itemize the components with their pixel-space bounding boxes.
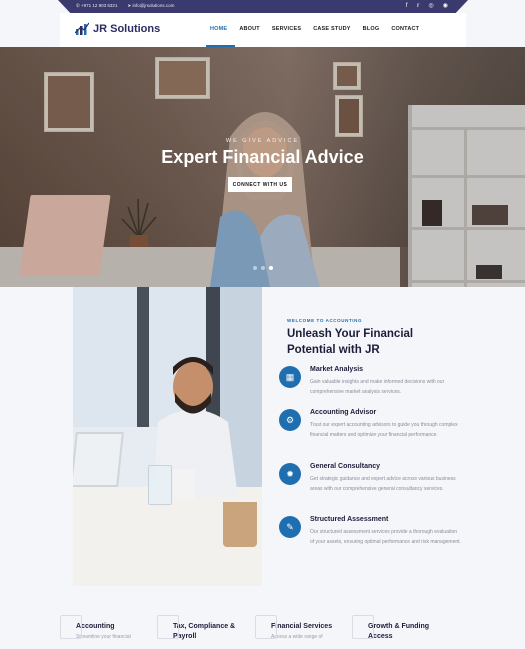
twitter-icon[interactable]: 𝕣 [417, 2, 420, 10]
nav-blog[interactable]: BLOG [363, 26, 380, 32]
social-links: f 𝕣 ◎ ◉ [406, 2, 448, 10]
slider-dot[interactable] [261, 266, 265, 270]
service-financial[interactable]: Financial Services Access a wide range o… [255, 615, 351, 641]
service-title: Financial Services [271, 623, 333, 630]
phone-number: +971 12 903 5321 [81, 3, 118, 8]
feature-desc: Gain valuable insights and make informed… [310, 379, 445, 395]
hero-section: WE GIVE ADVICE Expert Financial Advice C… [0, 47, 525, 287]
service-desc: Access a wide range of [271, 634, 323, 640]
feature-desc: Get strategic guidance and expert advice… [310, 476, 456, 492]
slider-dot-active[interactable] [269, 266, 273, 270]
nav-contact[interactable]: CONTACT [391, 26, 419, 32]
feature-structured-assessment: ✎ Structured Assessment Our structured a… [279, 516, 469, 566]
instagram-icon[interactable]: ◎ [429, 2, 434, 10]
main-nav: HOME ABOUT SERVICES CASE STUDY BLOG CONT… [210, 26, 419, 32]
about-kicker: WELCOME TO ACCOUNTING [287, 318, 363, 323]
calculator-icon [60, 615, 82, 639]
service-tax[interactable]: Tax, Compliance & Payroll [157, 615, 253, 643]
facebook-icon[interactable]: f [406, 2, 408, 10]
service-desc: Streamline your financial [76, 634, 131, 640]
assessment-icon: ✎ [279, 516, 301, 538]
connect-button[interactable]: CONNECT WITH US [228, 177, 292, 192]
top-bar: ✆ +971 12 903 5321 ➤ info@jrsolutions.co… [58, 0, 468, 13]
site-header: JR Solutions HOME ABOUT SERVICES CASE ST… [60, 13, 466, 47]
nav-home[interactable]: HOME [210, 26, 227, 32]
about-image [73, 287, 262, 586]
feature-title: General Consultancy [310, 463, 381, 470]
slider-dots [253, 266, 273, 270]
top-contact: ✆ +971 12 903 5321 ➤ info@jrsolutions.co… [76, 3, 174, 9]
feature-desc: Our structured assessment services provi… [310, 529, 461, 545]
email-address: info@jrsolutions.com [132, 3, 175, 8]
nav-about[interactable]: ABOUT [239, 26, 260, 32]
service-growth[interactable]: Growth & Funding Access [352, 615, 448, 643]
finance-icon [255, 615, 277, 639]
logo-text: JR Solutions [93, 23, 161, 35]
feature-accounting-advisor: ⚙ Accounting Advisor Trust our expert ac… [279, 409, 469, 459]
service-accounting[interactable]: Accounting Streamline your financial [60, 615, 156, 641]
feature-title: Market Analysis [310, 366, 364, 373]
about-title-line1: Unleash Your Financial [287, 328, 414, 340]
logo-chart-icon [75, 22, 89, 35]
nav-case-study[interactable]: CASE STUDY [313, 26, 350, 32]
consultancy-icon: ✹ [279, 463, 301, 485]
about-heading: WELCOME TO ACCOUNTING Unleash Your Finan… [287, 318, 467, 358]
dribbble-icon[interactable]: ◉ [443, 2, 448, 10]
feature-title: Structured Assessment [310, 516, 389, 523]
feature-desc: Trust our expert accounting advisors to … [310, 422, 458, 438]
about-title-line2: Potential with JR [287, 344, 380, 356]
service-title: Tax, Compliance & Payroll [173, 623, 236, 640]
hero-kicker: WE GIVE ADVICE [225, 138, 300, 144]
nav-services[interactable]: SERVICES [272, 26, 301, 32]
service-title: Growth & Funding Access [368, 623, 430, 640]
service-title: Accounting [76, 623, 115, 630]
page: ✆ +971 12 903 5321 ➤ info@jrsolutions.co… [0, 0, 525, 649]
email-text[interactable]: ➤ info@jrsolutions.com [127, 3, 174, 9]
document-icon [157, 615, 179, 639]
about-title: Unleash Your Financial Potential with JR [287, 326, 467, 358]
slider-dot[interactable] [253, 266, 257, 270]
hero-title: Expert Financial Advice [161, 147, 364, 167]
services-row: Accounting Streamline your financial Tax… [0, 600, 525, 649]
growth-icon [352, 615, 374, 639]
chart-icon: ▦ [279, 366, 301, 388]
phone-text[interactable]: ✆ +971 12 903 5321 [76, 3, 117, 9]
feature-general-consultancy: ✹ General Consultancy Get strategic guid… [279, 463, 469, 513]
logo[interactable]: JR Solutions [75, 22, 160, 36]
feature-title: Accounting Advisor [310, 409, 377, 416]
advisor-icon: ⚙ [279, 409, 301, 431]
